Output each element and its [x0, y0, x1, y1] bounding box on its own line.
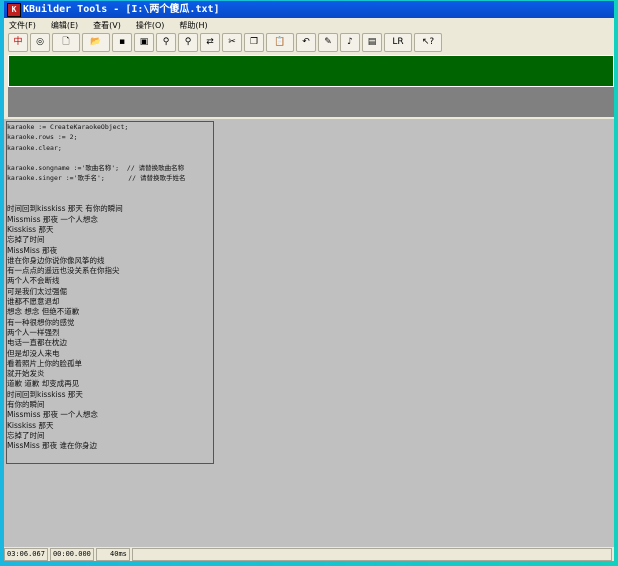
karaoke-button[interactable]: ♪ [340, 33, 360, 52]
cut-button[interactable]: ✂ [222, 33, 242, 52]
lyric-line: 就开始发炎 [7, 369, 45, 379]
menu-operate[interactable]: 操作(O) [136, 21, 175, 30]
window-title: KBuilder Tools - [I:\两个傻瓜.txt] [23, 4, 220, 15]
lyric-line: 谁都不愿意退却 [7, 297, 60, 307]
preview-panel [8, 55, 614, 87]
chinese-button[interactable]: 中 [8, 33, 28, 52]
replace-button[interactable]: ⇄ [200, 33, 220, 52]
lyric-line: 两个人不会断线 [7, 276, 60, 286]
lyric-line: 有一点点的遥远也没关系在你指尖 [7, 266, 120, 276]
code-line: karaoke.rows := 2; [7, 133, 78, 142]
toolbar: 中 ◎ 🗋 📂 ▪ ▣ ⚲ ⚲ ⇄ ✂ ❐ 📋 ↶ ✎ ♪ ▤ LR ↖? [8, 33, 442, 53]
code-line: karaoke := CreateKaraokeObject; [7, 123, 129, 131]
menu-help[interactable]: 帮助(H) [179, 21, 217, 30]
lyric-line: MissMiss 那夜 谁在你身边 [7, 441, 98, 451]
lyric-line: 忘掉了时间 [7, 235, 45, 245]
film-button[interactable]: ▣ [134, 33, 154, 52]
menu-view[interactable]: 查看(V) [93, 21, 131, 30]
menu-file[interactable]: 文件(F) [9, 21, 46, 30]
script-editor[interactable]: karaoke := CreateKaraokeObject; karaoke.r… [6, 121, 214, 464]
app-window: K KBuilder Tools - [I:\两个傻瓜.txt] 文件(F) 编辑… [4, 1, 614, 561]
lyric-line: Kisskiss 那天 [7, 420, 54, 430]
lyric-line: 有一种很想你的感觉 [7, 317, 75, 327]
timeline-panel [8, 87, 614, 117]
lyric-line: 时间回到kisskiss 那天 [7, 389, 83, 399]
lyric-line: MissMiss 那夜 [7, 245, 58, 255]
lyric-line: 可是我们太过强倔 [7, 286, 67, 296]
lyric-line: Kisskiss 那天 [7, 224, 54, 234]
paste-button[interactable]: 📋 [266, 33, 294, 52]
menu-bar: 文件(F) 编辑(E) 查看(V) 操作(O) 帮助(H) [4, 19, 218, 33]
lyric-line: 有你的瞬间 [7, 400, 45, 410]
find-next-button[interactable]: ⚲ [178, 33, 198, 52]
status-bar: 03:06.067 00:00.000 40ms [4, 548, 614, 561]
code-line: karaoke.songname :='歌曲名称'; // 请替换歌曲名称 [7, 164, 185, 173]
disc-button[interactable]: ◎ [30, 33, 50, 52]
lyric-line: Missmiss 那夜 一个人想念 [7, 410, 98, 420]
lr-button[interactable]: LR [384, 33, 412, 52]
status-message [131, 548, 612, 561]
lyric-line: Missmiss 那夜 一个人想念 [7, 214, 98, 224]
help-button[interactable]: ↖? [414, 33, 442, 52]
lyric-line: 时间回到kisskiss 那天 有你的瞬间 [7, 204, 123, 214]
menu-edit[interactable]: 编辑(E) [51, 21, 88, 30]
highlight-button[interactable]: ✎ [318, 33, 338, 52]
lyric-line: 看着照片上你的脸孤单 [7, 358, 82, 368]
new-file-button[interactable]: 🗋 [52, 33, 80, 52]
code-line: karaoke.singer :='歌手名'; // 请替换歌手姓名 [7, 174, 186, 183]
find-button[interactable]: ⚲ [156, 33, 176, 52]
lyric-line: 道歉 道歉 却变成再见 [7, 379, 80, 389]
copy-button[interactable]: ❐ [244, 33, 264, 52]
code-line: karaoke.clear; [7, 143, 62, 152]
save-button[interactable]: ▪ [112, 33, 132, 52]
lyric-line: 但是却没人来电 [7, 348, 60, 358]
interval: 40ms [95, 548, 130, 561]
editor-area: karaoke := CreateKaraokeObject; karaoke.r… [4, 119, 614, 547]
lyric-line: 两个人一样强烈 [7, 327, 60, 337]
total-time: 03:06.067 [4, 548, 48, 561]
undo-button[interactable]: ↶ [296, 33, 316, 52]
lyric-line: 谁在你身边你说你像风筝的线 [7, 255, 105, 265]
app-logo-icon: K [7, 3, 21, 17]
title-bar: K KBuilder Tools - [I:\两个傻瓜.txt] [4, 1, 614, 18]
open-folder-button[interactable]: 📂 [82, 33, 110, 52]
preview-button[interactable]: ▤ [362, 33, 382, 52]
current-time: 00:00.000 [49, 548, 94, 561]
lyric-line: 忘掉了时间 [7, 430, 45, 440]
lyric-line: 电话一直都在枕边 [7, 338, 67, 348]
lyric-line: 想念 想念 但绝不道歉 [7, 307, 80, 317]
